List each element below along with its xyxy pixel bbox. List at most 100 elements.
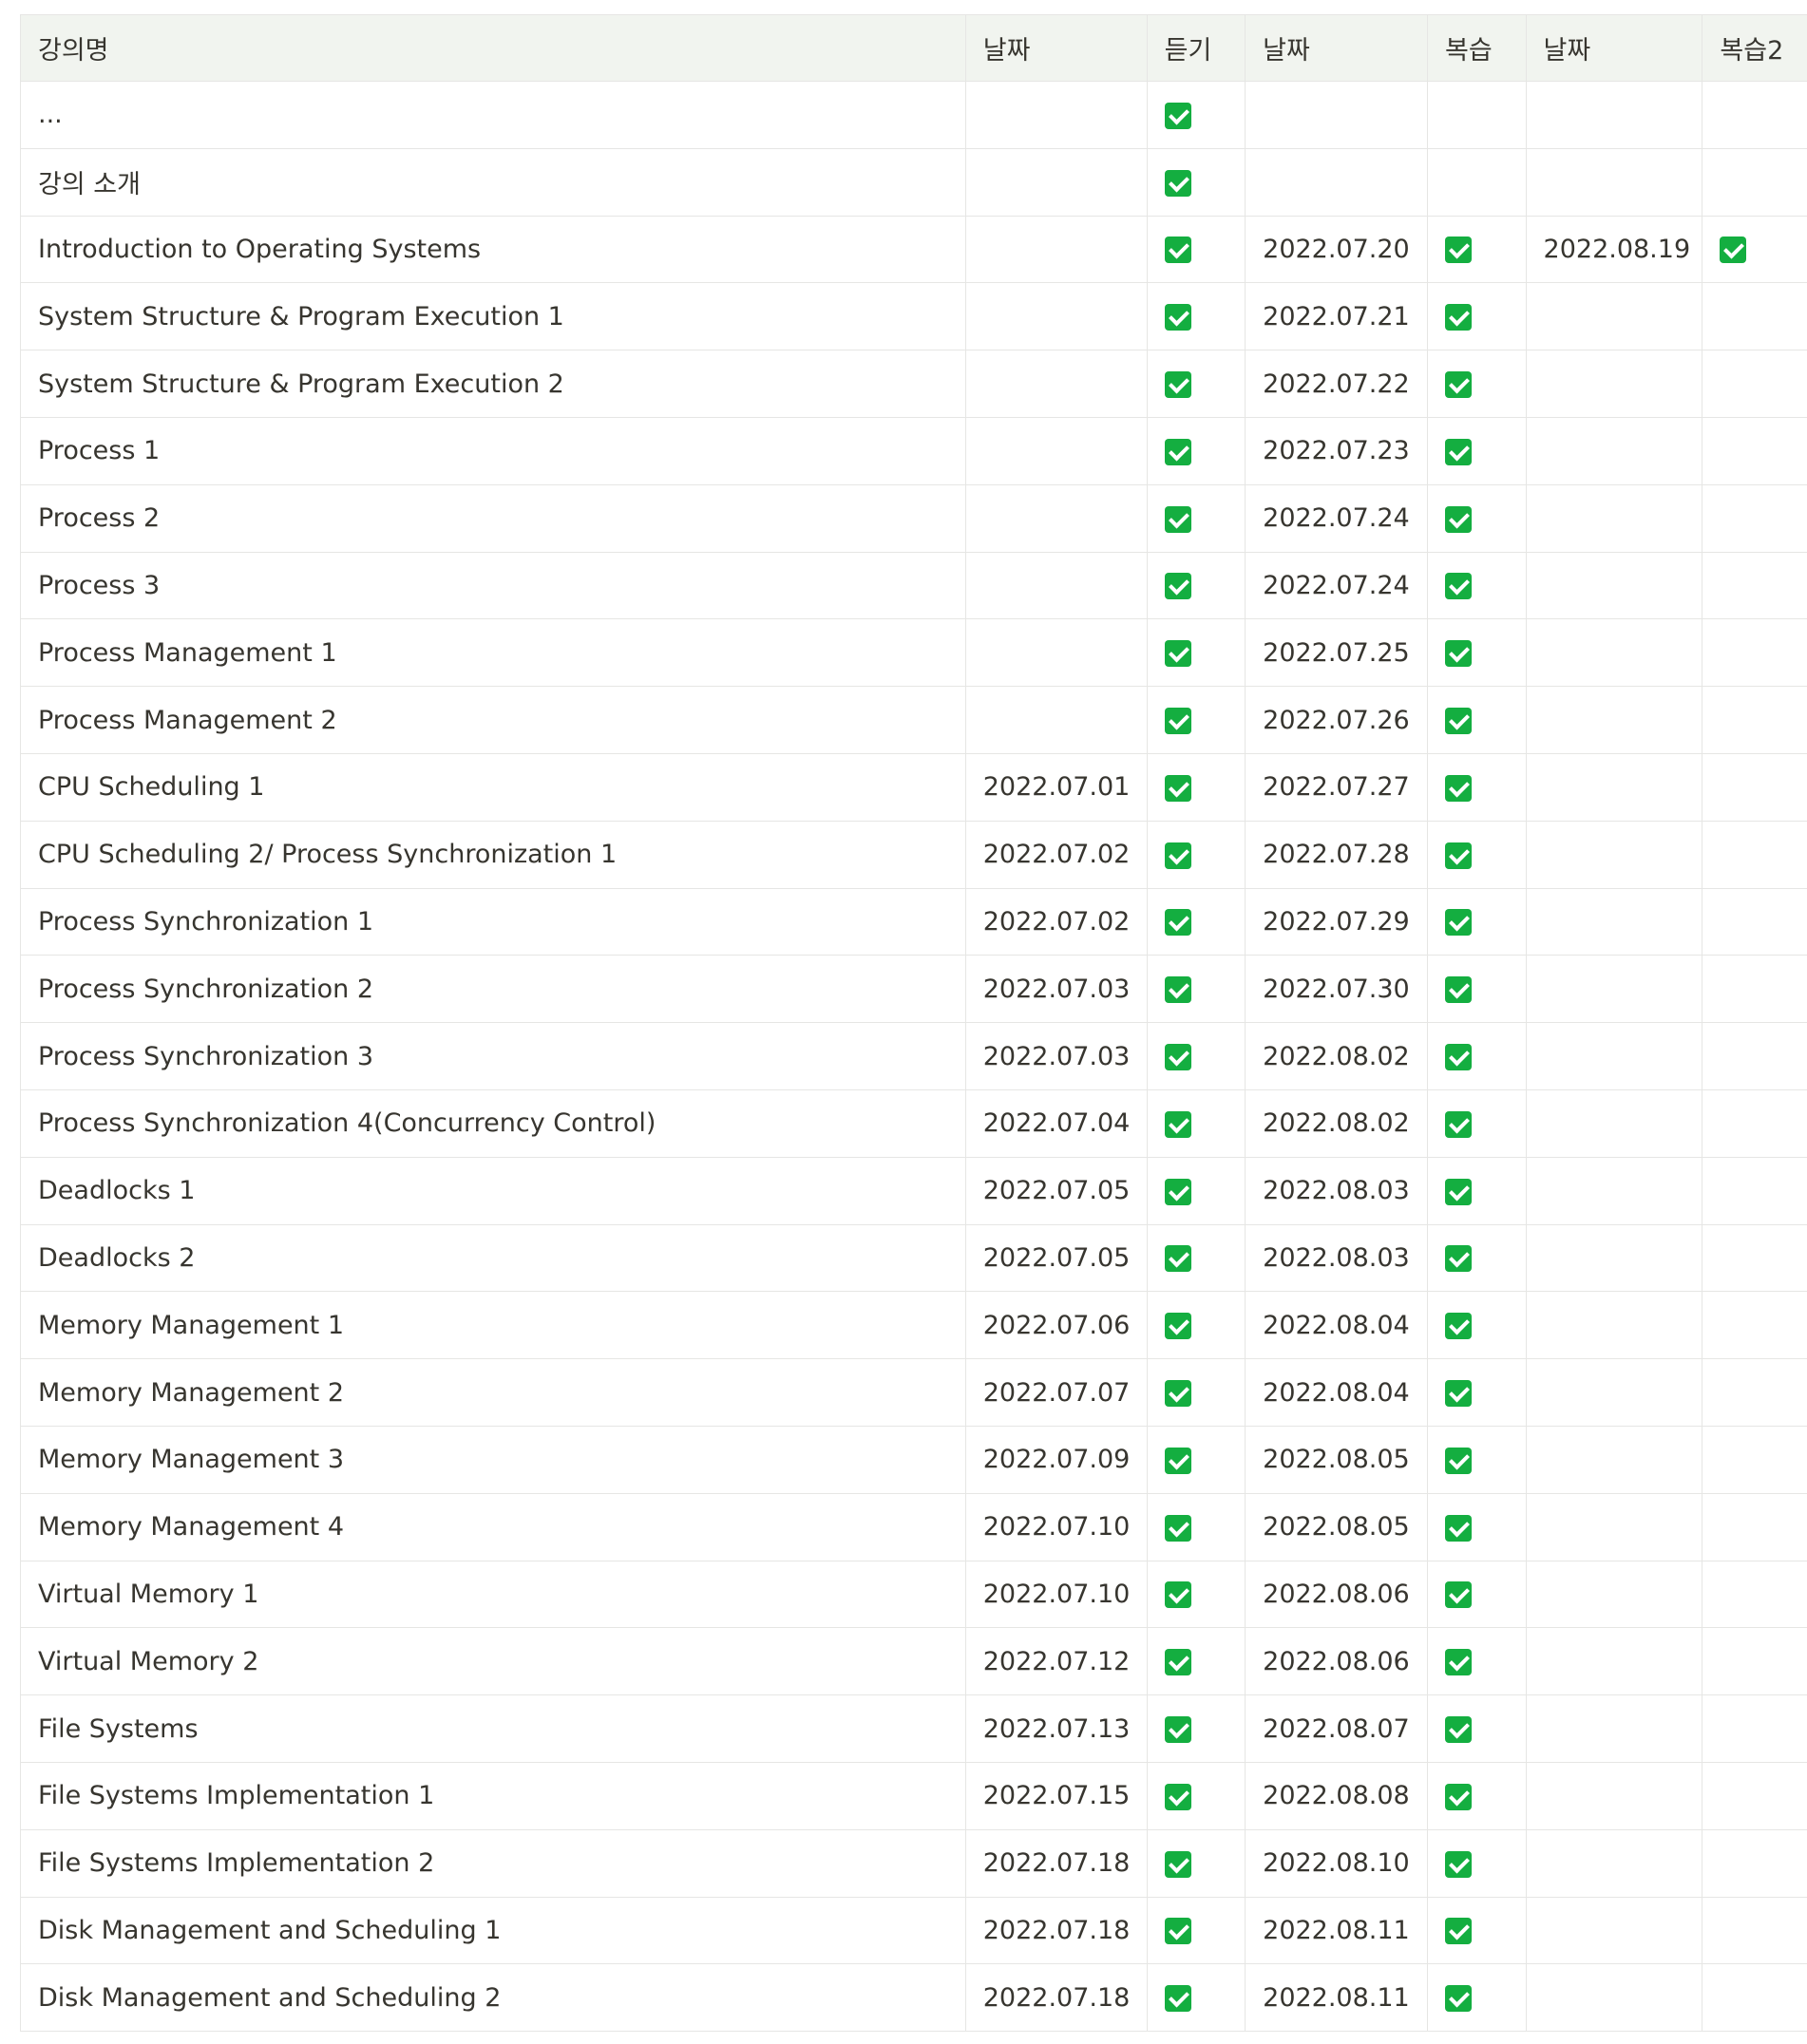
cell-date1[interactable] [964,551,1148,620]
cell-date1[interactable]: 2022.07.13 [964,1694,1148,1763]
cell-date3[interactable] [1525,1223,1703,1293]
cell-date2[interactable]: 2022.07.28 [1245,820,1429,889]
cell-date3[interactable] [1525,1627,1703,1696]
cell-lecture[interactable]: Process Synchronization 4(Concurrency Co… [20,1088,966,1158]
cell-date2[interactable]: 2022.08.04 [1245,1358,1429,1427]
cell-date3[interactable] [1525,955,1703,1024]
cell-date1[interactable] [964,282,1148,351]
cell-date1[interactable]: 2022.07.18 [964,1828,1148,1898]
cell-lecture[interactable]: Memory Management 4 [20,1492,966,1561]
cell-review[interactable] [1427,282,1527,351]
cell-lecture[interactable]: Process Management 2 [20,686,966,754]
table-row[interactable]: Introduction to Operating Systems 2022.07… [20,215,1807,284]
cell-review2[interactable] [1702,350,1807,418]
cell-date1[interactable] [964,81,1148,149]
cell-review2[interactable] [1702,1425,1807,1494]
cell-date2[interactable]: 2022.08.03 [1245,1223,1429,1293]
cell-listen[interactable] [1146,1896,1246,1965]
table-row[interactable]: System Structure & Program Execution 1 20… [20,282,1807,351]
cell-date2[interactable]: 2022.08.02 [1245,1088,1429,1158]
cell-review2[interactable] [1702,551,1807,620]
cell-review2[interactable] [1702,147,1807,217]
table-row[interactable]: Virtual Memory 2 2022.07.12 2022.08.06 [20,1627,1807,1696]
cell-date1[interactable]: 2022.07.15 [964,1761,1148,1830]
cell-date1[interactable] [964,686,1148,754]
cell-review[interactable] [1427,887,1527,956]
cell-date1[interactable] [964,215,1148,284]
cell-date1[interactable] [964,483,1148,553]
cell-date3[interactable] [1525,618,1703,688]
cell-listen[interactable] [1146,1694,1246,1763]
cell-lecture[interactable]: Deadlocks 2 [20,1223,966,1293]
cell-date2[interactable]: 2022.07.20 [1245,215,1429,284]
table-row[interactable]: Process 1 2022.07.23 [20,416,1807,485]
cell-listen[interactable] [1146,215,1246,284]
cell-date3[interactable] [1525,1088,1703,1158]
cell-date1[interactable]: 2022.07.04 [964,1088,1148,1158]
cell-listen[interactable] [1146,686,1246,754]
cell-listen[interactable] [1146,752,1246,822]
cell-lecture[interactable]: Process 1 [20,416,966,485]
cell-date1[interactable] [964,416,1148,485]
cell-listen[interactable] [1146,1425,1246,1494]
cell-listen[interactable] [1146,1156,1246,1225]
cell-date3[interactable] [1525,1694,1703,1763]
cell-date2[interactable]: 2022.07.24 [1245,483,1429,553]
cell-review[interactable] [1427,618,1527,688]
cell-date3[interactable] [1525,1425,1703,1494]
cell-lecture[interactable]: Process 2 [20,483,966,553]
table-row[interactable]: Process Synchronization 4(Concurrency Co… [20,1088,1807,1158]
cell-date1[interactable]: 2022.07.10 [964,1492,1148,1561]
cell-review[interactable] [1427,483,1527,553]
cell-listen[interactable] [1146,887,1246,956]
cell-review2[interactable] [1702,1022,1807,1090]
cell-review2[interactable] [1702,1223,1807,1293]
table-row[interactable]: Process Synchronization 3 2022.07.03 2022.… [20,1022,1807,1090]
cell-date3[interactable] [1525,820,1703,889]
cell-lecture[interactable]: Memory Management 1 [20,1291,966,1360]
cell-date2[interactable]: 2022.07.25 [1245,618,1429,688]
cell-date3[interactable] [1525,416,1703,485]
cell-date3[interactable] [1525,686,1703,754]
cell-listen[interactable] [1146,483,1246,553]
cell-review2[interactable] [1702,618,1807,688]
cell-review[interactable] [1427,820,1527,889]
cell-listen[interactable] [1146,1560,1246,1629]
cell-listen[interactable] [1146,1223,1246,1293]
cell-date2[interactable]: 2022.08.11 [1245,1896,1429,1965]
cell-date3[interactable] [1525,81,1703,149]
cell-review2[interactable] [1702,1963,1807,2033]
cell-date3[interactable] [1525,1358,1703,1427]
column-header-lecture[interactable]: 강의명 [20,14,966,82]
cell-date3[interactable] [1525,483,1703,553]
cell-review2[interactable] [1702,1828,1807,1898]
cell-lecture[interactable]: Process Synchronization 3 [20,1022,966,1090]
table-row[interactable]: Disk Management and Scheduling 1 2022.07.… [20,1896,1807,1965]
cell-date1[interactable] [964,147,1148,217]
column-header-review2[interactable]: 복습2 [1702,14,1807,82]
cell-listen[interactable] [1146,416,1246,485]
cell-date2[interactable]: 2022.07.23 [1245,416,1429,485]
cell-review[interactable] [1427,1963,1527,2033]
cell-review2[interactable] [1702,483,1807,553]
cell-review[interactable] [1427,1828,1527,1898]
table-row[interactable]: System Structure & Program Execution 2 20… [20,350,1807,418]
table-row[interactable]: Process 3 2022.07.24 [20,551,1807,620]
cell-listen[interactable] [1146,551,1246,620]
cell-lecture[interactable]: ... [20,81,966,149]
cell-lecture[interactable]: System Structure & Program Execution 1 [20,282,966,351]
cell-date2[interactable]: 2022.07.27 [1245,752,1429,822]
cell-date1[interactable]: 2022.07.18 [964,1896,1148,1965]
cell-review[interactable] [1427,1156,1527,1225]
cell-date2[interactable]: 2022.08.06 [1245,1627,1429,1696]
cell-lecture[interactable]: Process Synchronization 2 [20,955,966,1024]
cell-review2[interactable] [1702,1694,1807,1763]
cell-review[interactable] [1427,1761,1527,1830]
cell-date2[interactable]: 2022.08.05 [1245,1492,1429,1561]
cell-date3[interactable] [1525,1560,1703,1629]
cell-date2[interactable]: 2022.07.22 [1245,350,1429,418]
cell-date3[interactable] [1525,350,1703,418]
table-row[interactable]: Process 2 2022.07.24 [20,483,1807,553]
table-row[interactable]: Memory Management 4 2022.07.10 2022.08.05 [20,1492,1807,1561]
cell-date2[interactable]: 2022.07.29 [1245,887,1429,956]
